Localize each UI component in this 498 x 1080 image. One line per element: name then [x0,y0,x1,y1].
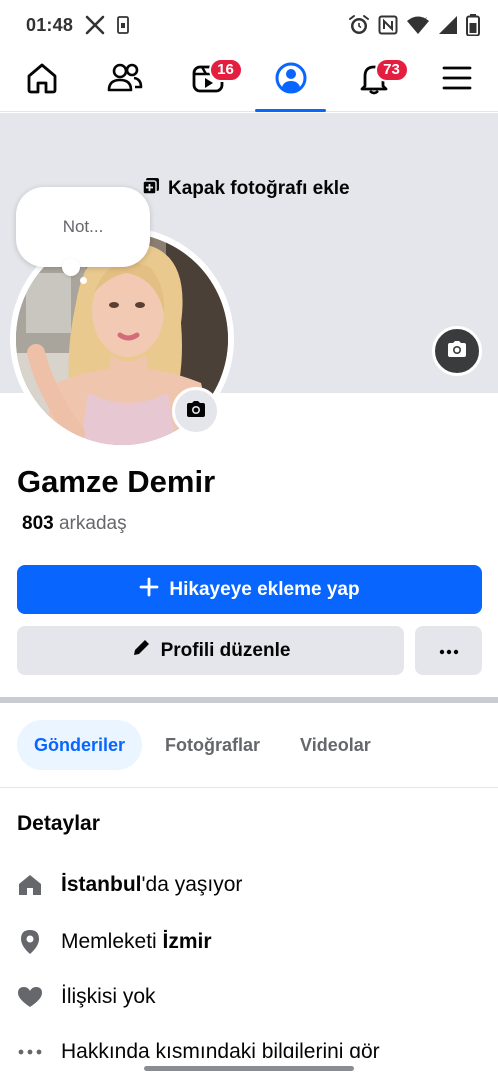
tab-videos[interactable]: Videolar [283,720,388,770]
add-to-story-button[interactable]: Hikayeye ekleme yap [17,565,482,614]
cover-camera-button[interactable] [432,326,482,376]
tab-photos[interactable]: Fotoğraflar [148,720,277,770]
menu-icon [442,65,472,96]
section-divider [0,697,498,703]
status-time: 01:48 [26,14,74,35]
home-icon [25,61,59,100]
nav-home[interactable] [0,50,83,112]
detail-see-about[interactable]: Hakkında kısmındaki bilgilerini gör [17,1040,380,1058]
more-options-button[interactable] [415,626,482,675]
lives-city: İstanbul [61,873,142,896]
add-cover-photo-button[interactable]: Kapak fotoğrafı ekle [142,177,350,200]
profile-name: Gamze Demir [17,464,216,499]
pencil-icon [131,638,151,663]
hometown-prefix: Memleketi [61,930,163,953]
detail-lives-in-text: İstanbul'da yaşıyor [61,873,242,897]
profile-icon [274,61,308,100]
add-cover-photo-label: Kapak fotoğrafı ekle [168,177,350,199]
edit-profile-label: Profili düzenle [160,639,291,661]
note-bubble[interactable]: Not... [16,187,150,267]
detail-relationship: İlişkisi yok [17,985,156,1009]
plus-icon [139,577,159,602]
svg-text:x: x [423,15,427,24]
add-photo-icon [142,177,160,200]
friends-count-label: arkadaş [58,513,127,534]
avatar-camera-button[interactable] [172,387,220,435]
lives-suffix: 'da yaşıyor [141,873,243,896]
nav-friends[interactable] [83,50,166,112]
ellipsis-icon [17,1049,43,1055]
friends-count[interactable]: 803 arkadaş [22,513,127,535]
heart-icon [17,986,43,1008]
wifi-icon: x [406,15,430,35]
video-badge: 16 [208,57,243,82]
sim-card-icon [117,16,129,34]
battery-icon [466,14,480,36]
detail-lives-in: İstanbul'da yaşıyor [17,873,242,897]
note-bubble-tail-small [80,277,87,284]
hometown-city: İzmir [162,930,212,953]
gesture-navigation-bar[interactable] [144,1066,354,1071]
note-bubble-tail [62,258,80,276]
edit-profile-button[interactable]: Profili düzenle [17,626,404,675]
about-row-clip: Hakkında kısmındaki bilgilerini gör [0,1030,498,1058]
status-bar: 01:48 x [0,0,498,50]
home-icon [17,873,43,897]
nav-menu[interactable] [415,50,498,112]
notifications-badge: 73 [374,57,409,82]
nfc-icon [378,15,398,35]
signal-icon [438,15,458,35]
note-placeholder: Not... [62,217,104,236]
profile-tabs: Gönderiler Fotoğraflar Videolar [17,720,388,770]
camera-icon [185,400,207,423]
friends-count-number: 803 [22,513,54,534]
see-about-text: Hakkında kısmındaki bilgilerini gör [61,1040,380,1058]
relationship-text: İlişkisi yok [61,985,156,1008]
camera-icon [446,340,468,363]
location-pin-icon [17,929,43,955]
x-logo-icon [85,15,105,35]
alarm-icon [348,14,370,36]
tab-posts[interactable]: Gönderiler [17,720,143,770]
nav-profile[interactable] [249,50,332,112]
nav-video[interactable]: 16 [166,50,249,112]
nav-notifications[interactable]: 73 [332,50,415,112]
detail-hometown-text: Memleketi İzmir [61,930,212,954]
tabs-divider [0,787,498,788]
details-title: Detaylar [17,812,100,835]
ellipsis-icon [439,642,459,660]
friends-icon [107,61,143,100]
add-to-story-label: Hikayeye ekleme yap [169,578,360,600]
detail-hometown: Memleketi İzmir [17,929,212,955]
top-navigation: 16 73 [0,50,498,112]
